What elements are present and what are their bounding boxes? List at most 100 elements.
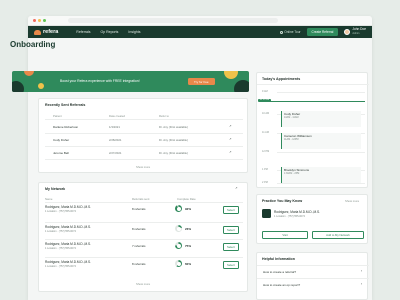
appointment-item[interactable]: Brooklyn Simmons 1:30AM - 2PM [281, 167, 361, 183]
column-header: Name [45, 197, 53, 201]
address-bar[interactable] [68, 18, 278, 23]
appointment-time: 11AM - 12PM [284, 138, 299, 141]
network-details: 1 Location · (757) 555-0074 [45, 265, 76, 268]
time-label: 10 AM [262, 112, 270, 115]
online-tour-link[interactable]: Online Tour [279, 30, 301, 34]
select-button[interactable]: Select [223, 226, 239, 234]
avatar [344, 29, 351, 35]
select-button[interactable]: Select [223, 261, 239, 269]
time-label: 12 PM [262, 150, 270, 153]
visit-button[interactable]: Visit [262, 231, 308, 240]
date-created: 2/28/2021 [109, 138, 122, 142]
help-link[interactable]: How to create an op report? [263, 283, 300, 287]
show-more-link[interactable]: Show more [136, 282, 150, 286]
appointment-time: 1:30AM - 2PM [284, 172, 300, 175]
try-for-free-button[interactable]: Try for free [188, 78, 215, 85]
network-details: 1 Location · (757) 555-0074 [45, 210, 76, 213]
banner-shape-icon [24, 71, 34, 76]
complete-rate: 75% [185, 244, 192, 248]
nav-link-referrals[interactable]: Referrals [76, 30, 90, 34]
current-time-line [261, 101, 365, 102]
column-header: Complete Rate [177, 197, 196, 201]
online-tour-label: Online Tour [284, 30, 301, 34]
tour-icon [279, 30, 283, 34]
select-button[interactable]: Select [223, 243, 239, 251]
card-title: Practice You May Know [262, 199, 303, 203]
create-referral-button[interactable]: Create Referral [306, 28, 339, 36]
column-header: Patient [53, 114, 62, 118]
progress-ring-icon [175, 205, 182, 212]
patient-name[interactable]: Darlene Robertson [53, 125, 78, 129]
show-more-link[interactable]: Show more [345, 199, 359, 203]
practice-details: 1 Location · (757) 555-0074 [274, 215, 305, 218]
open-arrow-icon[interactable]: ↗ [229, 150, 232, 154]
current-time-label: 10:15 AM [258, 99, 271, 102]
referrals-sent: 8 referrals [132, 227, 146, 231]
maximize-dot-icon[interactable] [43, 19, 46, 22]
time-label: 9 AM [262, 90, 268, 93]
referrals-sent: 8 referrals [132, 262, 146, 266]
page-title: Onboarding [10, 40, 56, 49]
card-title: My Network [45, 187, 66, 191]
referrals-sent: 8 referrals [132, 207, 146, 211]
banner-text: Boost your Refera experience with FREE i… [60, 79, 140, 83]
open-arrow-icon[interactable]: ↗ [229, 137, 232, 141]
chevron-right-icon[interactable]: › [361, 282, 362, 286]
column-header: Date created [109, 114, 126, 118]
referrals-sent: 7 referrals [132, 244, 146, 248]
logo-text: refera [43, 29, 59, 35]
card-title: Today's Appointments [262, 77, 301, 81]
nav-link-op-reports[interactable]: Op Reports [101, 30, 119, 34]
date-created: 1/3/2021 [109, 125, 120, 129]
add-to-network-button[interactable]: Add to My Network [312, 231, 364, 240]
appointment-time: 10AM - 11AM [284, 116, 299, 119]
time-label: 1 PM [262, 168, 268, 171]
network-name[interactable]: Rodriguez, Maria M.D.M.D.,M.S. [45, 225, 91, 229]
column-header: Refer to [159, 114, 169, 118]
appointment-item[interactable]: Cody Fisher 10AM - 11AM [281, 111, 361, 127]
expand-arrow-icon[interactable]: ↗ [235, 186, 238, 190]
help-link[interactable]: How to create a referral? [263, 270, 296, 274]
network-details: 1 Location · (757) 555-0074 [45, 247, 76, 250]
patient-name[interactable]: Cody Fisher [53, 138, 69, 142]
refer-to: Dr. Any (First available) [159, 125, 188, 129]
top-nav: refera Referrals Op Reports Insights Onl… [28, 26, 372, 38]
show-more-link[interactable]: Show more [136, 165, 150, 169]
appointment-item[interactable]: Cameron Williamson 11AM - 12PM [281, 133, 361, 149]
minimize-dot-icon[interactable] [38, 19, 41, 22]
logo[interactable]: refera [34, 29, 58, 35]
practice-name[interactable]: Rodriguez, Maria M.D.M.D.,M.S. [274, 210, 320, 214]
user-role: Admin [352, 32, 360, 35]
patient-name[interactable]: Jerome Bell [53, 151, 69, 155]
logo-mark-icon [34, 29, 41, 35]
close-dot-icon[interactable] [33, 19, 36, 22]
refer-to: Dr. Any (First available) [159, 151, 188, 155]
card-title: Recently Sent Referrals [45, 103, 86, 107]
chevron-right-icon[interactable]: › [361, 269, 362, 273]
nav-link-insights[interactable]: Insights [128, 30, 140, 34]
progress-ring-icon [175, 260, 182, 267]
recent-referrals-card: Recently Sent Referrals Patient Date cre… [38, 98, 248, 173]
help-card: Helpful Information How to create a refe… [256, 252, 369, 300]
banner-shape-icon [38, 83, 44, 89]
banner-shape-icon [224, 71, 238, 79]
promo-banner: Boost your Refera experience with FREE i… [12, 71, 249, 92]
practice-card: Practice You May Know Show more Rodrigue… [256, 194, 368, 244]
my-network-card: My Network ↗ Name Referrals sent Complet… [38, 182, 248, 292]
progress-ring-icon [175, 225, 182, 232]
time-label: 2 PM [262, 181, 268, 184]
complete-rate: 60% [185, 262, 192, 266]
open-arrow-icon[interactable]: ↗ [229, 124, 232, 128]
browser-chrome [28, 16, 372, 26]
column-header: Referrals sent [132, 197, 150, 201]
banner-shape-icon [234, 80, 249, 92]
complete-rate: 23% [185, 227, 192, 231]
network-name[interactable]: Rodriguez, Maria M.D.M.D.,M.S. [45, 260, 91, 264]
select-button[interactable]: Select [223, 206, 239, 214]
appointments-card: Today's Appointments 9 AM 10 AM 11 AM 12 PM… [256, 72, 369, 188]
complete-rate: 92% [185, 207, 192, 211]
network-name[interactable]: Rodriguez, Maria M.D.M.D.,M.S. [45, 242, 91, 246]
user-menu[interactable]: John Doe Admin [344, 28, 366, 35]
network-name[interactable]: Rodriguez, Maria M.D.M.D.,M.S. [45, 205, 91, 209]
card-title: Helpful Information [262, 257, 295, 261]
